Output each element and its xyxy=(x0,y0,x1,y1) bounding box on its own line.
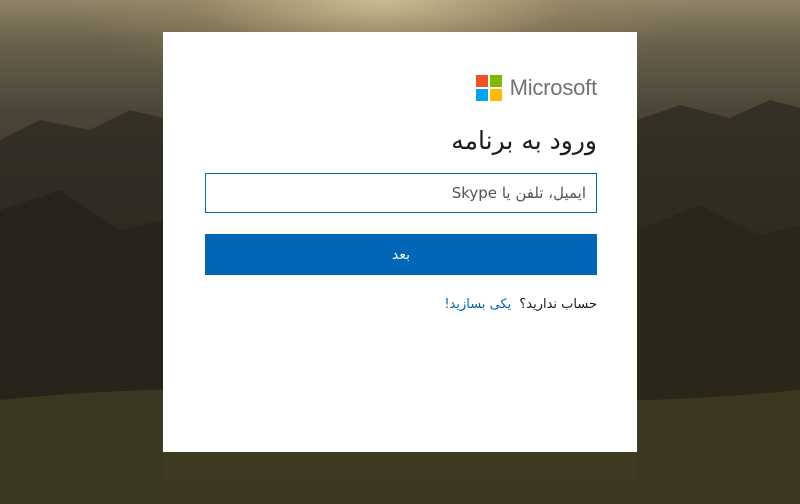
next-button[interactable]: بعد xyxy=(205,234,597,275)
brand-header: Microsoft xyxy=(475,75,598,101)
logo-square-green xyxy=(489,75,502,87)
brand-name: Microsoft xyxy=(509,75,598,100)
microsoft-logo-icon xyxy=(475,75,502,101)
page-title: ورود به برنامه xyxy=(451,126,597,155)
logo-square-yellow xyxy=(489,89,502,101)
email-phone-skype-input[interactable] xyxy=(205,173,597,213)
signup-prompt: حساب ندارید؟ یکی بسازید! xyxy=(444,297,597,312)
logo-square-blue xyxy=(475,89,488,101)
no-account-text: حساب ندارید؟ xyxy=(519,297,597,312)
create-account-link[interactable]: یکی بسازید! xyxy=(444,297,511,312)
signin-card: Microsoft ورود به برنامه بعد حساب ندارید… xyxy=(163,32,637,452)
logo-square-red xyxy=(475,75,488,87)
